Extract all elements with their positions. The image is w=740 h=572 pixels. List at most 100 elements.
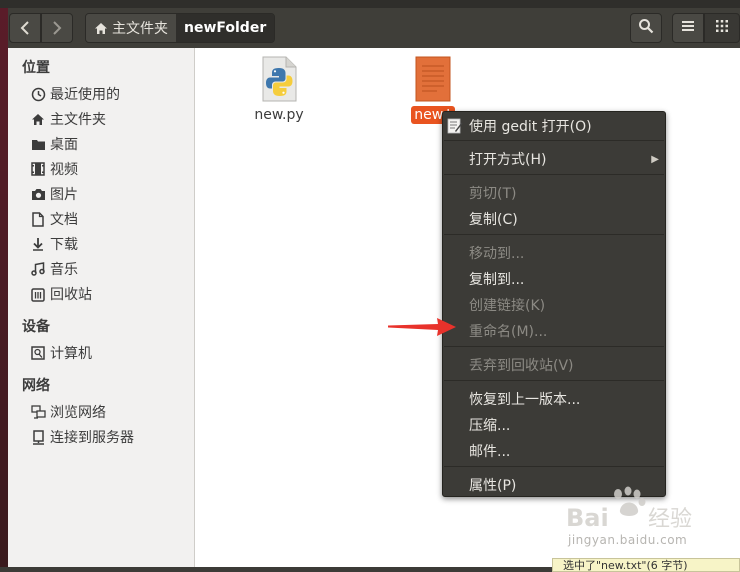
clock-icon <box>30 86 46 102</box>
submenu-arrow-icon: ▶ <box>651 153 659 165</box>
menu-item-cut[interactable]: 剪切(T) <box>443 181 665 205</box>
menu-item-label: 复制到... <box>469 272 525 288</box>
download-icon <box>30 236 46 252</box>
menu-item-label: 恢复到上一版本... <box>469 392 581 408</box>
grid-view-button[interactable] <box>704 13 740 43</box>
sidebar-item-pictures[interactable]: 图片 <box>30 183 78 205</box>
menu-separator <box>444 346 664 347</box>
music-icon <box>30 261 46 277</box>
menu-item-copy[interactable]: 复制(C) <box>443 207 665 231</box>
sidebar-item-label: 计算机 <box>50 346 92 362</box>
file-item[interactable]: new.py <box>248 56 310 124</box>
header-bar: 主文件夹 newFolder <box>0 8 740 48</box>
menu-item-move-to[interactable]: 移动到... <box>443 241 665 265</box>
sidebar-item-label: 浏览网络 <box>50 405 106 421</box>
svg-text:Bai: Bai <box>566 504 609 532</box>
sidebar-item-label: 下载 <box>50 237 78 253</box>
menu-separator <box>444 466 664 467</box>
sidebar-item-videos[interactable]: 视频 <box>30 158 78 180</box>
sidebar-item-label: 音乐 <box>50 262 78 278</box>
menu-item-open-gedit[interactable]: 使用 gedit 打开(O) <box>443 114 665 138</box>
sidebar-item-label: 最近使用的 <box>50 87 120 103</box>
sidebar-section-places: 位置 <box>22 60 50 76</box>
menu-item-label: 创建链接(K) <box>469 298 546 314</box>
list-view-button[interactable] <box>672 13 704 43</box>
baidu-watermark-logo: Bai 经验 <box>556 486 706 538</box>
red-arrow-icon <box>388 316 458 342</box>
sidebar-item-label: 文档 <box>50 212 78 228</box>
python-file-icon <box>248 56 310 106</box>
sidebar: 位置 最近使用的 主文件夹 桌面 视频 图片 文档 下载 音乐 回收站 设备 计… <box>8 48 195 567</box>
document-icon <box>30 211 46 227</box>
menu-item-label: 丢弃到回收站(V) <box>469 358 574 374</box>
sidebar-item-label: 回收站 <box>50 287 92 303</box>
menu-item-copy-to[interactable]: 复制到... <box>443 267 665 291</box>
menu-item-label: 复制(C) <box>469 212 518 228</box>
sidebar-item-music[interactable]: 音乐 <box>30 258 78 280</box>
trash-icon <box>30 286 46 302</box>
menu-item-revert-version[interactable]: 恢复到上一版本... <box>443 387 665 411</box>
menu-item-label: 使用 gedit 打开(O) <box>469 119 592 135</box>
back-button[interactable] <box>9 13 41 43</box>
breadcrumb: 主文件夹 newFolder <box>85 13 276 43</box>
sidebar-section-devices: 设备 <box>22 319 50 335</box>
sidebar-item-label: 桌面 <box>50 137 78 153</box>
sidebar-item-home[interactable]: 主文件夹 <box>30 108 106 130</box>
home-icon <box>30 111 46 127</box>
chevron-left-icon <box>19 16 31 40</box>
sidebar-item-downloads[interactable]: 下载 <box>30 233 78 255</box>
grid-view-icon <box>716 20 728 36</box>
menu-item-open-with[interactable]: 打开方式(H) ▶ <box>443 147 665 171</box>
context-menu: 使用 gedit 打开(O) 打开方式(H) ▶ 剪切(T) 复制(C) 移动到… <box>442 111 666 497</box>
menu-item-create-link[interactable]: 创建链接(K) <box>443 293 665 317</box>
camera-icon <box>30 186 46 202</box>
menu-item-label: 移动到... <box>469 246 525 262</box>
chevron-right-icon <box>51 16 63 40</box>
drive-icon <box>30 345 46 361</box>
menu-item-label: 属性(P) <box>469 478 517 494</box>
menu-item-label: 剪切(T) <box>469 186 517 202</box>
sidebar-item-computer[interactable]: 计算机 <box>30 342 92 364</box>
file-name: new.py <box>254 107 304 123</box>
sidebar-item-desktop[interactable]: 桌面 <box>30 133 78 155</box>
menu-item-move-to-trash[interactable]: 丢弃到回收站(V) <box>443 353 665 377</box>
sidebar-item-browse-network[interactable]: 浏览网络 <box>30 401 106 423</box>
top-panel <box>0 0 740 8</box>
forward-button[interactable] <box>41 13 73 43</box>
menu-item-compress[interactable]: 压缩... <box>443 413 665 437</box>
list-view-icon <box>681 20 695 36</box>
menu-separator <box>444 234 664 235</box>
sidebar-item-label: 图片 <box>50 187 78 203</box>
menu-item-rename[interactable]: 重命名(M)... <box>443 319 665 343</box>
watermark-url: jingyan.baidu.com <box>568 533 688 547</box>
menu-item-label: 邮件... <box>469 444 511 460</box>
menu-item-label: 打开方式(H) <box>469 152 547 168</box>
sidebar-item-label: 视频 <box>50 162 78 178</box>
menu-separator <box>444 174 664 175</box>
menu-item-label: 重命名(M)... <box>469 324 548 340</box>
menu-separator <box>444 140 664 141</box>
search-icon <box>638 18 654 38</box>
menu-separator <box>444 380 664 381</box>
menu-item-email[interactable]: 邮件... <box>443 439 665 463</box>
svg-text:经验: 经验 <box>648 507 692 532</box>
server-icon <box>30 429 46 445</box>
home-icon <box>94 22 108 35</box>
status-tooltip: 选中了"new.txt"(6 字节) <box>552 558 740 572</box>
text-file-icon <box>402 56 464 106</box>
film-icon <box>30 161 46 177</box>
sidebar-section-network: 网络 <box>22 378 50 394</box>
sidebar-item-documents[interactable]: 文档 <box>30 208 78 230</box>
breadcrumb-current[interactable]: newFolder <box>176 14 275 42</box>
sidebar-item-label: 主文件夹 <box>50 112 106 128</box>
gedit-icon <box>447 118 463 138</box>
network-icon <box>30 404 46 420</box>
sidebar-item-connect-server[interactable]: 连接到服务器 <box>30 426 134 448</box>
sidebar-item-trash[interactable]: 回收站 <box>30 283 92 305</box>
breadcrumb-current-label: newFolder <box>184 20 267 36</box>
sidebar-item-recent[interactable]: 最近使用的 <box>30 83 120 105</box>
folder-icon <box>30 136 46 152</box>
menu-item-label: 压缩... <box>469 418 511 434</box>
search-button[interactable] <box>630 13 662 43</box>
breadcrumb-home[interactable]: 主文件夹 <box>86 14 176 42</box>
